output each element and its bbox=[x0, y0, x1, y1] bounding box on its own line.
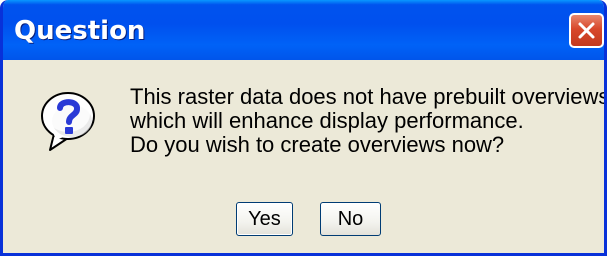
question-dialog: Question This raster data does not have … bbox=[0, 0, 607, 256]
title-bar[interactable]: Question bbox=[3, 0, 604, 60]
close-button[interactable] bbox=[569, 13, 604, 48]
no-button[interactable]: No bbox=[320, 202, 381, 236]
question-icon bbox=[38, 90, 98, 154]
dialog-title: Question bbox=[14, 16, 146, 46]
dialog-body: This raster data does not have prebuilt … bbox=[3, 60, 604, 253]
message-line: Do you wish to create overviews now? bbox=[130, 132, 505, 157]
message-line: This raster data does not have prebuilt … bbox=[130, 84, 607, 109]
message-text: This raster data does not have prebuilt … bbox=[130, 84, 607, 157]
message-line: which will enhance display performance. bbox=[130, 108, 524, 133]
yes-button[interactable]: Yes bbox=[236, 202, 293, 236]
close-icon bbox=[578, 22, 595, 39]
